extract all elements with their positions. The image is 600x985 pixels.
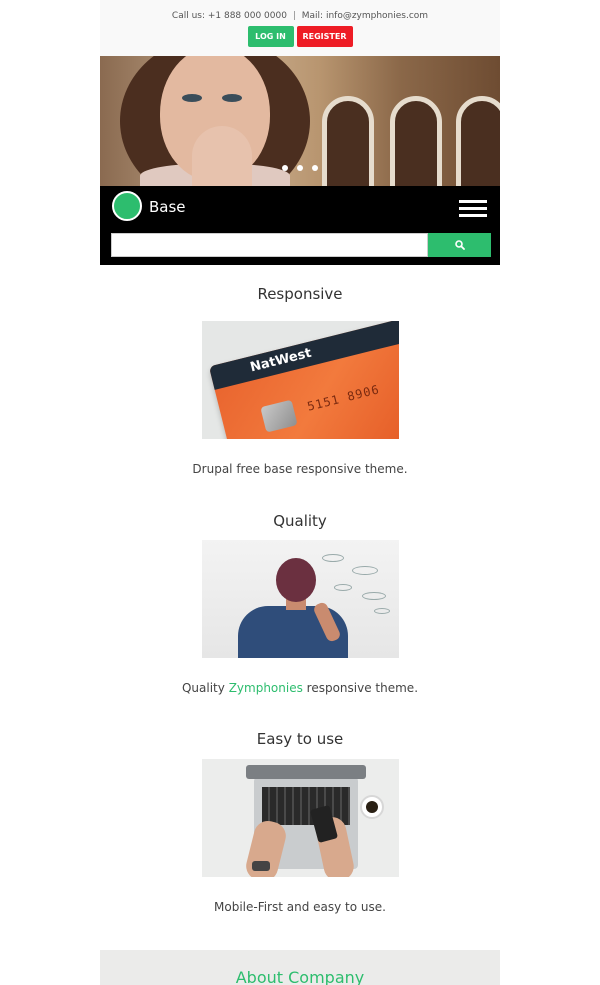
feature-text-start: Quality (181, 681, 225, 695)
hero-eye (222, 94, 242, 102)
search-button[interactable] (428, 233, 491, 257)
card-number-text: 5151 8906 (305, 382, 381, 414)
laptop-image (201, 759, 399, 877)
hero-arch (322, 96, 374, 186)
contact-info: Call us: +1 888 000 0000 | Mail: info@zy… (100, 11, 500, 21)
feature-title: Quality (273, 512, 327, 530)
about-title[interactable]: About Company (100, 968, 500, 985)
page: Call us: +1 888 000 0000 | Mail: info@zy… (100, 0, 500, 985)
search-form (111, 233, 491, 257)
feature-text: Drupal free base responsive theme. (192, 462, 408, 476)
slider-dots (100, 165, 500, 171)
hero-arch (390, 96, 442, 186)
auth-buttons: LOG IN REGISTER (100, 26, 500, 47)
whiteboard-image (201, 540, 399, 658)
hero-eye (182, 94, 202, 102)
zymphonies-link[interactable]: Zymphonies (229, 681, 303, 695)
contact-separator: | (292, 11, 296, 21)
hero-hand (192, 126, 252, 186)
logo-icon[interactable] (112, 191, 142, 221)
site-header: Base (100, 186, 500, 265)
hero-arch (456, 96, 500, 186)
feature-easy-to-use: Easy to use Mobile-First and easy to use… (100, 730, 500, 914)
feature-responsive: Responsive NatWest 5151 8906 Drupal free… (100, 265, 500, 476)
card-chip (259, 399, 298, 433)
phone-text: Call us: +1 888 000 0000 (171, 11, 287, 21)
slider-dot-1[interactable] (282, 165, 288, 171)
slider-dot-2[interactable] (297, 165, 303, 171)
slider-dot-3[interactable] (312, 165, 318, 171)
search-input[interactable] (111, 233, 428, 257)
email-text[interactable]: Mail: info@zymphonies.com (302, 11, 428, 21)
hamburger-icon[interactable] (459, 200, 487, 218)
top-bar: Call us: +1 888 000 0000 | Mail: info@zy… (100, 0, 500, 56)
site-name[interactable]: Base (149, 198, 186, 216)
feature-text: Mobile-First and easy to use. (214, 900, 386, 914)
about-section: About Company (100, 950, 500, 985)
hero-slider (100, 56, 500, 186)
credit-card-image: NatWest 5151 8906 (201, 321, 399, 439)
login-button[interactable]: LOG IN (247, 26, 294, 47)
feature-text: Quality Zymphonies responsive theme. (100, 681, 500, 695)
search-icon (454, 240, 465, 250)
feature-title: Responsive (257, 285, 343, 303)
feature-text-end: responsive theme. (306, 681, 419, 695)
register-button[interactable]: REGISTER (296, 26, 353, 47)
feature-title: Easy to use (256, 730, 344, 748)
feature-quality: Quality Quality Zymphonies responsive th… (100, 512, 500, 695)
